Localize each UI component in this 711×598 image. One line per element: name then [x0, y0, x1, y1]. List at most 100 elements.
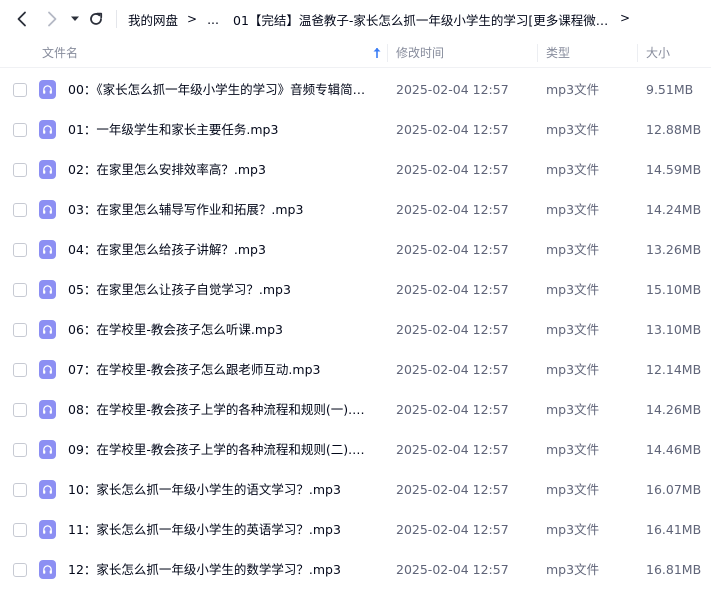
table-row[interactable]: 11：家长怎么抓一年级小学生的英语学习？.mp3 2025-02-04 12:57… [0, 510, 711, 550]
row-checkbox[interactable] [13, 83, 27, 97]
file-name[interactable]: 03：在家里怎么辅导写作业和拓展？.mp3 [68, 190, 374, 230]
audio-file-icon [39, 120, 56, 139]
file-type: mp3文件 [546, 362, 600, 377]
table-row[interactable]: 01：一年级学生和家长主要任务.mp3 2025-02-04 12:57 mp3文件… [0, 110, 711, 150]
row-checkbox[interactable] [13, 163, 27, 177]
row-checkbox[interactable] [13, 283, 27, 297]
table-header: 文件名 修改时间 类型 大小 [0, 38, 711, 68]
file-name[interactable]: 02：在家里怎么安排效率高？.mp3 [68, 150, 374, 190]
row-checkbox[interactable] [13, 563, 27, 577]
table-row[interactable]: 00：《家长怎么抓一年级小学生的学习》音频专辑简介.mp3 2025-02-04 … [0, 70, 711, 110]
file-size: 16.41MB [646, 522, 702, 537]
file-type: mp3文件 [546, 282, 600, 297]
file-name[interactable]: 06：在学校里-教会孩子怎么听课.mp3 [68, 310, 374, 350]
breadcrumb-ellipsis[interactable]: ... [207, 12, 219, 27]
column-divider[interactable] [637, 44, 638, 62]
sort-ascending-icon[interactable] [371, 46, 383, 60]
column-header-name[interactable]: 文件名 [42, 38, 78, 68]
toolbar-divider [116, 10, 117, 28]
file-size: 14.26MB [646, 402, 702, 417]
file-type: mp3文件 [546, 122, 600, 137]
file-size: 12.14MB [646, 362, 702, 377]
file-size: 16.81MB [646, 562, 702, 577]
audio-file-icon [39, 320, 56, 339]
file-type: mp3文件 [546, 82, 600, 97]
row-checkbox[interactable] [13, 523, 27, 537]
file-name[interactable]: 08：在学校里-教会孩子上学的各种流程和规则(一).mp3 [68, 390, 374, 430]
file-size: 13.10MB [646, 322, 702, 337]
file-size: 13.26MB [646, 242, 702, 257]
file-modified-time: 2025-02-04 12:57 [396, 402, 509, 417]
file-type: mp3文件 [546, 562, 600, 577]
file-type: mp3文件 [546, 242, 600, 257]
file-modified-time: 2025-02-04 12:57 [396, 562, 509, 577]
audio-file-icon [39, 240, 56, 259]
column-divider[interactable] [387, 44, 388, 62]
file-name[interactable]: 01：一年级学生和家长主要任务.mp3 [68, 110, 374, 150]
file-modified-time: 2025-02-04 12:57 [396, 122, 509, 137]
column-divider[interactable] [537, 44, 538, 62]
row-checkbox[interactable] [13, 243, 27, 257]
file-modified-time: 2025-02-04 12:57 [396, 442, 509, 457]
audio-file-icon [39, 400, 56, 419]
file-size: 15.10MB [646, 282, 702, 297]
file-type: mp3文件 [546, 442, 600, 457]
caret-down-icon[interactable] [65, 9, 85, 29]
file-size: 14.59MB [646, 162, 702, 177]
file-type: mp3文件 [546, 522, 600, 537]
row-checkbox[interactable] [13, 403, 27, 417]
file-name[interactable]: 00：《家长怎么抓一年级小学生的学习》音频专辑简介.mp3 [68, 70, 374, 110]
audio-file-icon [39, 80, 56, 99]
file-name[interactable]: 11：家长怎么抓一年级小学生的英语学习？.mp3 [68, 510, 374, 550]
file-modified-time: 2025-02-04 12:57 [396, 522, 509, 537]
table-row[interactable]: 02：在家里怎么安排效率高？.mp3 2025-02-04 12:57 mp3文件 1… [0, 150, 711, 190]
refresh-icon[interactable] [86, 9, 106, 29]
file-modified-time: 2025-02-04 12:57 [396, 282, 509, 297]
file-name[interactable]: 10：家长怎么抓一年级小学生的语文学习？.mp3 [68, 470, 374, 510]
file-modified-time: 2025-02-04 12:57 [396, 362, 509, 377]
table-row[interactable]: 07：在学校里-教会孩子怎么跟老师互动.mp3 2025-02-04 12:57 m… [0, 350, 711, 390]
chevron-right-icon[interactable] [42, 9, 62, 29]
row-checkbox[interactable] [13, 123, 27, 137]
file-name[interactable]: 12：家长怎么抓一年级小学生的数学学习？.mp3 [68, 550, 374, 590]
file-name[interactable]: 09：在学校里-教会孩子上学的各种流程和规则(二).mp3 [68, 430, 374, 470]
audio-file-icon [39, 200, 56, 219]
row-checkbox[interactable] [13, 443, 27, 457]
audio-file-icon [39, 480, 56, 499]
table-row[interactable]: 05：在家里怎么让孩子自觉学习？.mp3 2025-02-04 12:57 mp3文… [0, 270, 711, 310]
file-type: mp3文件 [546, 482, 600, 497]
table-row[interactable]: 12：家长怎么抓一年级小学生的数学学习？.mp3 2025-02-04 12:57… [0, 550, 711, 590]
file-modified-time: 2025-02-04 12:57 [396, 162, 509, 177]
file-name[interactable]: 05：在家里怎么让孩子自觉学习？.mp3 [68, 270, 374, 310]
file-name[interactable]: 07：在学校里-教会孩子怎么跟老师互动.mp3 [68, 350, 374, 390]
file-type: mp3文件 [546, 202, 600, 217]
file-size: 9.51MB [646, 82, 694, 97]
audio-file-icon [39, 160, 56, 179]
table-row[interactable]: 09：在学校里-教会孩子上学的各种流程和规则(二).mp3 2025-02-04 … [0, 430, 711, 470]
breadcrumb-current-folder[interactable]: 01【完结】温爸教子-家长怎么抓一年级小学生的学习[更多课程微信5822... [233, 10, 609, 29]
breadcrumb: 我的网盘 > ... 01【完结】温爸教子-家长怎么抓一年级小学生的学习[更多课… [128, 0, 609, 38]
audio-file-icon [39, 560, 56, 579]
row-checkbox[interactable] [13, 483, 27, 497]
column-header-type[interactable]: 类型 [546, 38, 570, 68]
column-header-size[interactable]: 大小 [646, 38, 670, 68]
breadcrumb-root[interactable]: 我的网盘 [128, 10, 178, 29]
file-modified-time: 2025-02-04 12:57 [396, 242, 509, 257]
audio-file-icon [39, 280, 56, 299]
file-name[interactable]: 04：在家里怎么给孩子讲解？.mp3 [68, 230, 374, 270]
row-checkbox[interactable] [13, 363, 27, 377]
file-size: 14.46MB [646, 442, 702, 457]
toolbar: 我的网盘 > ... 01【完结】温爸教子-家长怎么抓一年级小学生的学习[更多课… [0, 0, 711, 38]
breadcrumb-more-arrow[interactable]: > [620, 11, 630, 25]
table-row[interactable]: 04：在家里怎么给孩子讲解？.mp3 2025-02-04 12:57 mp3文件 1… [0, 230, 711, 270]
column-header-modified[interactable]: 修改时间 [396, 38, 444, 68]
table-row[interactable]: 06：在学校里-教会孩子怎么听课.mp3 2025-02-04 12:57 mp3文… [0, 310, 711, 350]
chevron-left-icon[interactable] [12, 9, 32, 29]
table-row[interactable]: 03：在家里怎么辅导写作业和拓展？.mp3 2025-02-04 12:57 mp3… [0, 190, 711, 230]
row-checkbox[interactable] [13, 323, 27, 337]
file-list: 00：《家长怎么抓一年级小学生的学习》音频专辑简介.mp3 2025-02-04 … [0, 70, 711, 590]
row-checkbox[interactable] [13, 203, 27, 217]
table-row[interactable]: 10：家长怎么抓一年级小学生的语文学习？.mp3 2025-02-04 12:57… [0, 470, 711, 510]
file-modified-time: 2025-02-04 12:57 [396, 202, 509, 217]
table-row[interactable]: 08：在学校里-教会孩子上学的各种流程和规则(一).mp3 2025-02-04 … [0, 390, 711, 430]
